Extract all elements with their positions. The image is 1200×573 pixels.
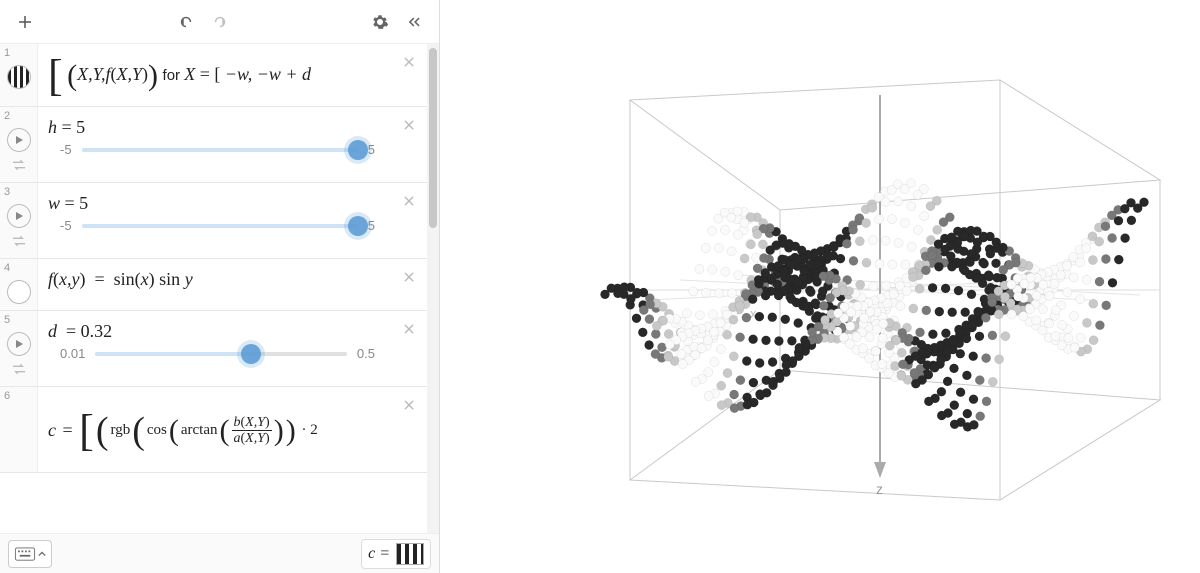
expression-row[interactable]: 5 d = 0.32 xyxy=(0,311,427,387)
keyboard-button[interactable] xyxy=(8,540,52,568)
redo-icon xyxy=(211,13,229,31)
row-index: 5 xyxy=(4,315,10,326)
expression-row[interactable]: 3 w = 5 xyxy=(0,183,427,259)
close-icon xyxy=(402,118,416,132)
play-icon xyxy=(14,211,24,221)
delete-row-button[interactable] xyxy=(397,393,421,417)
slider-thumb[interactable] xyxy=(241,344,261,364)
output-value: c = xyxy=(361,539,431,569)
swap-icon xyxy=(11,235,27,247)
close-icon xyxy=(402,398,416,412)
expression-text: h = 5 xyxy=(48,117,85,137)
swap-icon xyxy=(11,159,27,171)
play-button[interactable] xyxy=(7,128,31,152)
delete-row-button[interactable] xyxy=(397,189,421,213)
slider-track[interactable] xyxy=(95,352,347,356)
svg-text:z: z xyxy=(876,481,883,497)
play-button[interactable] xyxy=(7,204,31,228)
expression-text: f(x,y) = sin(x) sin y xyxy=(48,269,193,289)
expression-text: c = [ ( rgb ( cos ( arctan ( b(X,Y) xyxy=(48,409,318,453)
slider-thumb[interactable] xyxy=(348,216,368,236)
add-button[interactable] xyxy=(8,5,42,39)
slider-track[interactable] xyxy=(82,148,358,152)
graph-3d-viewport[interactable]: z x xyxy=(440,0,1200,573)
redo-button[interactable] xyxy=(203,5,237,39)
expression-text: w = 5 xyxy=(48,193,88,213)
chevrons-left-icon xyxy=(405,13,423,31)
expression-row[interactable]: 2 h = 5 xyxy=(0,107,427,183)
expression-text: d = 0.32 xyxy=(48,321,112,341)
swap-button[interactable] xyxy=(11,362,27,380)
slider-max: 5 xyxy=(368,142,375,157)
plus-icon xyxy=(16,13,34,31)
slider-min: -5 xyxy=(60,218,72,233)
visibility-toggle[interactable] xyxy=(7,280,31,304)
slider-min: 0.01 xyxy=(60,346,85,361)
expression-text: [ (X,Y,f(X,Y)) for X = [ −w, −w + d xyxy=(48,64,311,84)
close-icon xyxy=(402,55,416,69)
slider-thumb[interactable] xyxy=(348,140,368,160)
gear-icon xyxy=(371,13,389,31)
slider-max: 5 xyxy=(368,218,375,233)
row-index: 6 xyxy=(4,391,10,402)
slider-max: 0.5 xyxy=(357,346,375,361)
slider-min: -5 xyxy=(60,142,72,157)
settings-button[interactable] xyxy=(363,5,397,39)
play-icon xyxy=(14,339,24,349)
delete-row-button[interactable] xyxy=(397,265,421,289)
close-icon xyxy=(402,270,416,284)
slider[interactable]: -5 5 xyxy=(48,214,387,241)
expression-row[interactable]: 4 f(x,y) = sin(x) sin y xyxy=(0,259,427,311)
panel-footer: c = xyxy=(0,533,439,573)
expression-toolbar xyxy=(0,0,439,44)
delete-row-button[interactable] xyxy=(397,50,421,74)
row-index: 1 xyxy=(4,48,10,59)
delete-row-button[interactable] xyxy=(397,113,421,137)
slider[interactable]: 0.01 0.5 xyxy=(48,342,387,369)
swap-icon xyxy=(11,363,27,375)
surface-plot xyxy=(600,179,1148,432)
delete-row-button[interactable] xyxy=(397,317,421,341)
swap-button[interactable] xyxy=(11,158,27,176)
slider-track[interactable] xyxy=(82,224,358,228)
expression-row[interactable]: 6 c = [ ( rgb ( cos ( xyxy=(0,387,427,473)
row-index: 2 xyxy=(4,111,10,122)
keyboard-icon xyxy=(14,547,36,561)
close-icon xyxy=(402,322,416,336)
slider[interactable]: -5 5 xyxy=(48,138,387,165)
stripes-swatch-icon xyxy=(396,543,424,565)
swap-button[interactable] xyxy=(11,234,27,252)
collapse-button[interactable] xyxy=(397,5,431,39)
play-icon xyxy=(14,135,24,145)
chevron-up-icon xyxy=(38,550,46,558)
undo-button[interactable] xyxy=(169,5,203,39)
expression-list: 1 [ (X,Y,f(X,Y)) for X = [ −w, −w + d xyxy=(0,44,439,533)
expression-row[interactable]: 1 [ (X,Y,f(X,Y)) for X = [ −w, −w + d xyxy=(0,44,427,107)
row-index: 3 xyxy=(4,187,10,198)
undo-icon xyxy=(177,13,195,31)
play-button[interactable] xyxy=(7,332,31,356)
row-index: 4 xyxy=(4,263,10,274)
close-icon xyxy=(402,194,416,208)
stripe-circle-icon[interactable] xyxy=(7,65,31,89)
